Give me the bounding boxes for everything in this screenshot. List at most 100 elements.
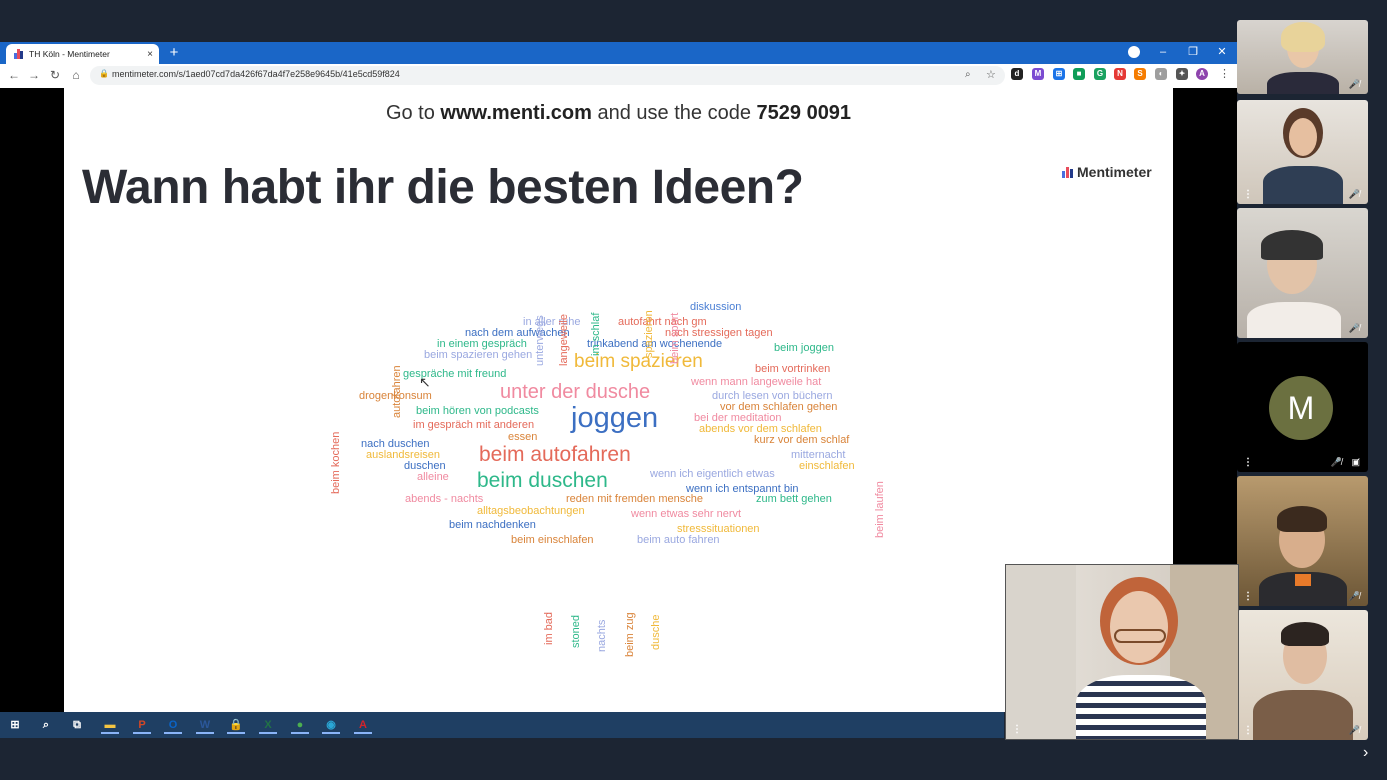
cloud-word-vertical: beim kochen [330,431,342,494]
cloud-word: alleine [417,471,449,483]
mic-off-icon: 🎤̸ [1348,591,1360,601]
bookmark-star-icon[interactable]: ☆ [986,68,996,81]
mentimeter-brand: Mentimeter [1062,164,1152,180]
cloud-word-vertical: beim zug [624,612,636,657]
join-prefix: Go to [385,102,441,124]
cloud-word-vertical: nachts [596,619,608,652]
chrome-icon[interactable]: ● [291,716,309,734]
more-options-icon[interactable]: ⋮ [1243,591,1253,602]
participant-body [1247,302,1341,338]
participant-face [1110,591,1168,663]
participant-body [1076,675,1206,739]
home-button[interactable]: ⌂ [68,67,84,83]
participant-hair [1281,622,1329,646]
mic-off-icon: 🎤̸ [1348,323,1360,333]
browser-tab[interactable]: TH Köln - Mentimeter × [6,44,159,64]
task-view-icon[interactable]: ⧉ [68,716,86,734]
lock-icon: 🔒 [99,69,109,78]
cloud-word: beim autofahren [479,443,631,466]
cloud-word-vertical: stoned [570,614,582,648]
app-circle-icon[interactable]: ◉ [322,716,340,734]
cloud-word-vertical: beim sport [669,312,681,364]
cloud-word: beim auto fahren [637,534,720,546]
mic-off-icon: 🎤̸ [1348,189,1360,199]
cloud-word: beim spazieren gehen [424,349,533,361]
cloud-word-vertical: im schlaf [590,312,602,356]
grammarly-icon[interactable]: G [1094,68,1106,80]
start-icon[interactable]: ⊞ [6,716,24,734]
cloud-word: einschlafen [799,460,855,472]
acrobat-icon[interactable]: A [354,716,372,734]
door-background [1006,565,1076,739]
close-window-button[interactable]: ✕ [1211,44,1233,60]
cloud-word-vertical: beim laufen [874,481,886,538]
join-instructions: Go to www.menti.com and use the code 752… [64,102,1173,125]
cloud-word: beim vortrinken [755,363,831,375]
participant-tile-1[interactable]: 🎤̸ [1237,20,1368,94]
excel-icon[interactable]: X [259,716,277,734]
cloud-word: essen [508,431,538,443]
zoom-icon[interactable]: ⌕ [965,69,971,80]
more-options-icon[interactable]: ⋮ [1012,724,1022,735]
puzzle-extensions-icon[interactable]: ✦ [1176,68,1188,80]
circle-extension-icon[interactable]: ◐ [1155,68,1167,80]
sc-extension-icon[interactable]: S [1134,68,1146,80]
outlook-icon[interactable]: O [164,716,182,734]
word-icon[interactable]: W [196,716,214,734]
cloud-word: wenn mann langeweile hat [691,376,822,388]
maximize-button[interactable]: ❐ [1182,44,1204,60]
profile-sync-icon[interactable] [1128,46,1140,58]
account-avatar-icon[interactable]: A [1196,68,1208,80]
tab-close-icon[interactable]: × [147,49,153,60]
cloud-word: alltagsbeobachtungen [477,505,585,517]
m-extension-icon[interactable]: M [1032,68,1044,80]
reload-button[interactable]: ↻ [47,67,63,83]
participant-tile-4[interactable]: M ⋮ 🎤̸ ▣̸ [1237,342,1368,472]
speaker-video-tile[interactable]: ⋮ [1005,564,1239,740]
new-tab-button[interactable]: + [166,44,182,62]
cloud-word: joggen [571,402,659,434]
more-options-icon[interactable]: ⋮ [1243,457,1253,468]
camera-off-icon: ▣̸ [1351,457,1360,467]
new-extension-icon[interactable]: N [1114,68,1126,80]
more-options-icon[interactable]: ⋮ [1243,725,1253,736]
mentimeter-logo-icon [1062,166,1073,178]
file-explorer-icon[interactable]: ▬ [101,716,119,734]
search-icon[interactable]: ⌕ [37,716,55,734]
participant-tile-6[interactable]: ⋮ 🎤̸ [1237,610,1368,740]
grid-extension-icon[interactable]: ⊞ [1053,68,1065,80]
cloud-word: beim joggen [774,342,834,354]
cloud-word: im gespräch mit anderen [413,419,535,431]
powerpoint-icon[interactable]: P [133,716,151,734]
participant-collar [1295,574,1311,586]
participant-tile-2[interactable]: ⋮ 🎤̸ [1237,100,1368,204]
cloud-word-vertical: spazieren [643,310,655,358]
browser-menu-icon[interactable]: ⋮ [1219,67,1230,80]
cloud-word: wenn ich eigentlich etwas [650,468,775,480]
participant-body [1253,690,1353,740]
cloud-word-vertical: im bad [543,611,555,645]
panel-chevron-icon[interactable]: › [1363,744,1368,762]
participant-tile-3[interactable]: 🎤̸ [1237,208,1368,338]
more-options-icon[interactable]: ⋮ [1243,189,1253,200]
participant-face [1289,118,1317,156]
mic-off-icon: 🎤̸ [1330,457,1342,467]
tab-title: TH Köln - Mentimeter [29,49,110,59]
participant-tile-5[interactable]: ⋮ 🎤̸ [1237,476,1368,606]
dark-reader-icon[interactable]: d [1011,68,1023,80]
url-text[interactable]: mentimeter.com/s/1aed07cd7da426f67da4f7e… [112,69,400,79]
lock-app-icon[interactable]: 🔒 [227,716,245,734]
cloud-word: unter der dusche [500,381,651,403]
minimize-button[interactable]: – [1152,44,1174,60]
windows-extension-icon[interactable]: ■ [1073,68,1085,80]
back-button[interactable]: ← [6,67,22,83]
cloud-word: zum bett gehen [756,493,832,505]
participant-body [1263,166,1343,204]
cloud-word: diskussion [690,301,742,313]
slide-letterbox-left [0,88,64,712]
join-url: www.menti.com [440,102,592,124]
brand-name: Mentimeter [1077,164,1152,180]
forward-button[interactable]: → [26,67,42,83]
cloud-word-vertical: unterwegs [534,315,546,366]
cloud-word: beim duschen [477,469,608,492]
